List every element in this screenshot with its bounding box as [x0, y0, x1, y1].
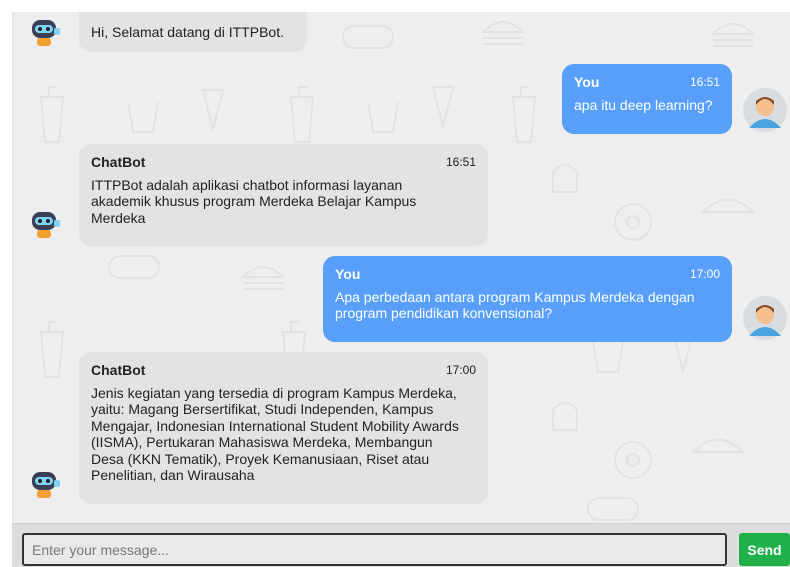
- send-button[interactable]: Send: [739, 533, 790, 566]
- message-sender: You: [335, 266, 361, 282]
- message-time: 16:51: [689, 75, 720, 89]
- message-sender: ChatBot: [91, 154, 146, 170]
- message-text: ITTPBot adalah aplikasi chatbot informas…: [91, 176, 417, 226]
- chat-area[interactable]: Hi, Selamat datang di ITTPBot. You 16:51…: [12, 12, 790, 523]
- message-bubble: ChatBot 17:00 Jenis kegiatan yang tersed…: [79, 352, 488, 504]
- message-time: 17:00: [445, 363, 476, 377]
- message-sender: ChatBot: [91, 362, 146, 378]
- message-text: Jenis kegiatan yang tersedia di program …: [91, 384, 459, 484]
- message-bubble: Hi, Selamat datang di ITTPBot.: [79, 12, 307, 52]
- message-input[interactable]: [22, 533, 727, 566]
- message-composer: Send: [12, 523, 790, 567]
- message-bubble: You 17:00 Apa perbedaan antara program K…: [323, 256, 732, 342]
- robot-avatar-icon: [32, 212, 60, 238]
- message-time: 16:51: [445, 155, 476, 169]
- robot-avatar-icon: [32, 20, 60, 46]
- robot-avatar-icon: [32, 472, 60, 498]
- message-text: Apa perbedaan antara program Kampus Merd…: [335, 288, 695, 322]
- message-bubble: ChatBot 16:51 ITTPBot adalah aplikasi ch…: [79, 144, 488, 246]
- message-bubble: You 16:51 apa itu deep learning?: [562, 64, 732, 134]
- message-sender: You: [574, 74, 600, 90]
- user-avatar-icon: [743, 88, 787, 132]
- message-time: 17:00: [689, 267, 720, 281]
- user-avatar-icon: [743, 296, 787, 340]
- message-text: Hi, Selamat datang di ITTPBot.: [91, 24, 284, 40]
- message-text: apa itu deep learning?: [574, 96, 713, 113]
